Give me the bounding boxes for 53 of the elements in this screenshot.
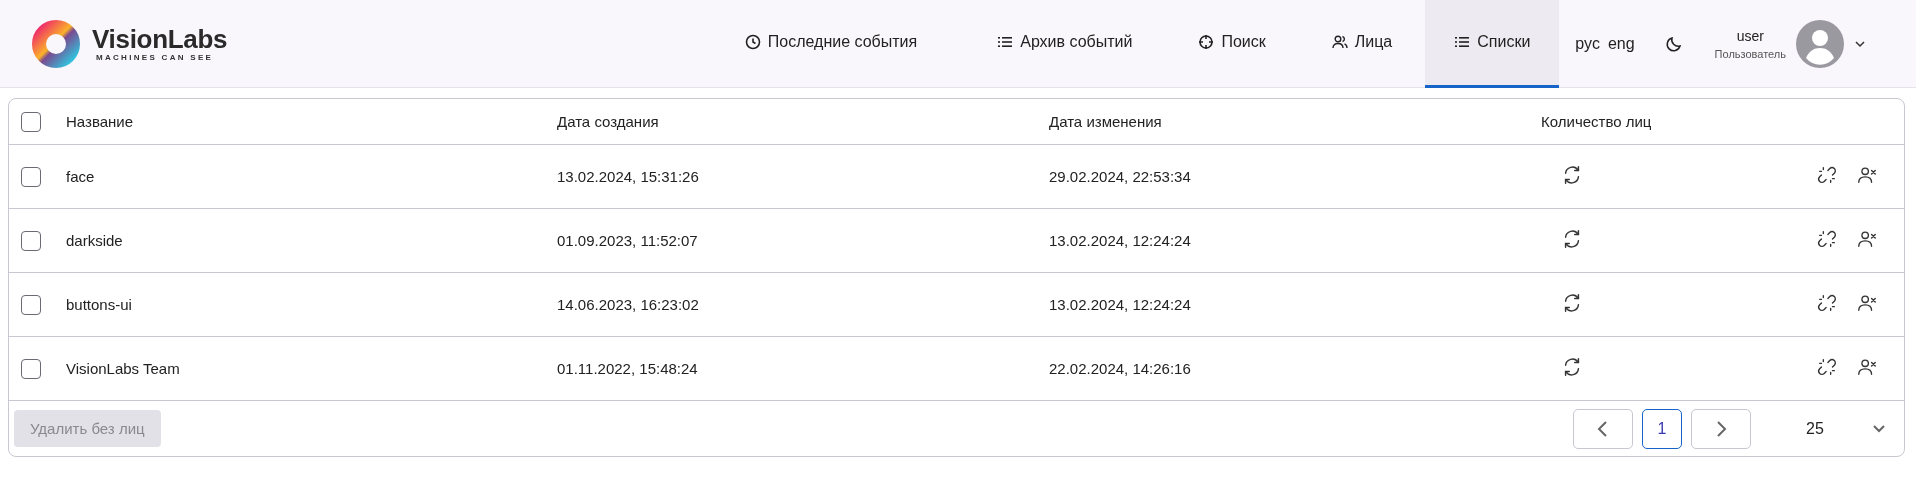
page-size-select[interactable]: 25 [1782,408,1894,449]
column-header: Название [66,113,135,130]
list-icon [997,34,1014,50]
page-button[interactable]: 1 [1642,408,1682,449]
brand-name: VisionLabs [92,25,228,53]
column-header: Дата создания [557,113,660,130]
nav-tab[interactable]: Списки [1425,0,1560,88]
nav-tab[interactable]: Лица [1298,0,1426,88]
nav-tab[interactable]: Последние события [744,0,951,88]
language-link[interactable]: рус [1575,34,1600,53]
column-header: Дата изменения [1049,113,1163,130]
broken-link-icon[interactable] [1816,292,1838,314]
logo-icon [32,19,80,68]
checkbox[interactable] [21,166,41,187]
table-cell-text: 29.02.2024, 22:53:34 [1049,168,1192,185]
table-cell-text: 01.11.2022, 15:48:24 [557,360,699,377]
language-link[interactable]: eng [1607,34,1635,53]
chevron-left-icon [1596,419,1610,438]
table-cell-text: 01.09.2023, 11:52:07 [557,232,699,249]
table-cell-text: 14.06.2023, 16:23:02 [557,296,700,313]
moon-icon[interactable] [1664,34,1683,53]
remove-user-icon[interactable] [1856,292,1878,314]
checkbox[interactable] [21,294,41,315]
crosshair-icon [1198,34,1215,50]
checkbox[interactable] [21,111,41,132]
remove-user-icon[interactable] [1856,228,1878,250]
remove-user-icon[interactable] [1856,356,1878,378]
table-cell-text: 22.02.2024, 14:26:16 [1049,360,1192,377]
table-cell-text: face [66,168,96,185]
column-header: Количество лиц [1541,113,1653,130]
broken-link-icon[interactable] [1816,164,1838,186]
checkbox[interactable] [21,230,41,251]
table-cell-text: 13.02.2024, 12:24:24 [1049,296,1192,313]
table-cell-text: 13.02.2024, 12:24:24 [1049,232,1192,249]
chevron-down-icon [1872,423,1886,434]
users-icon [1331,34,1348,50]
broken-link-icon[interactable] [1816,356,1838,378]
table-cell-text: 13.02.2024, 15:31:26 [557,168,700,185]
table-cell-text: VisionLabs Team [66,360,181,377]
list-icon [1454,34,1471,50]
remove-user-icon[interactable] [1856,164,1878,186]
chevron-right-icon [1714,419,1728,438]
nav-tab[interactable]: Архив событий [964,0,1166,88]
nav-tab[interactable]: Поиск [1165,0,1299,88]
brand-tagline: MACHINES CAN SEE [96,53,215,62]
table-cell-text: buttons-ui [66,296,133,313]
clock-icon [744,34,761,50]
checkbox[interactable] [21,358,41,379]
broken-link-icon[interactable] [1816,228,1838,250]
avatar-icon[interactable] [1796,19,1844,68]
user-name: user [1736,27,1764,44]
table-cell-text: darkside [66,232,124,249]
user-role: Пользователь [1714,47,1786,60]
